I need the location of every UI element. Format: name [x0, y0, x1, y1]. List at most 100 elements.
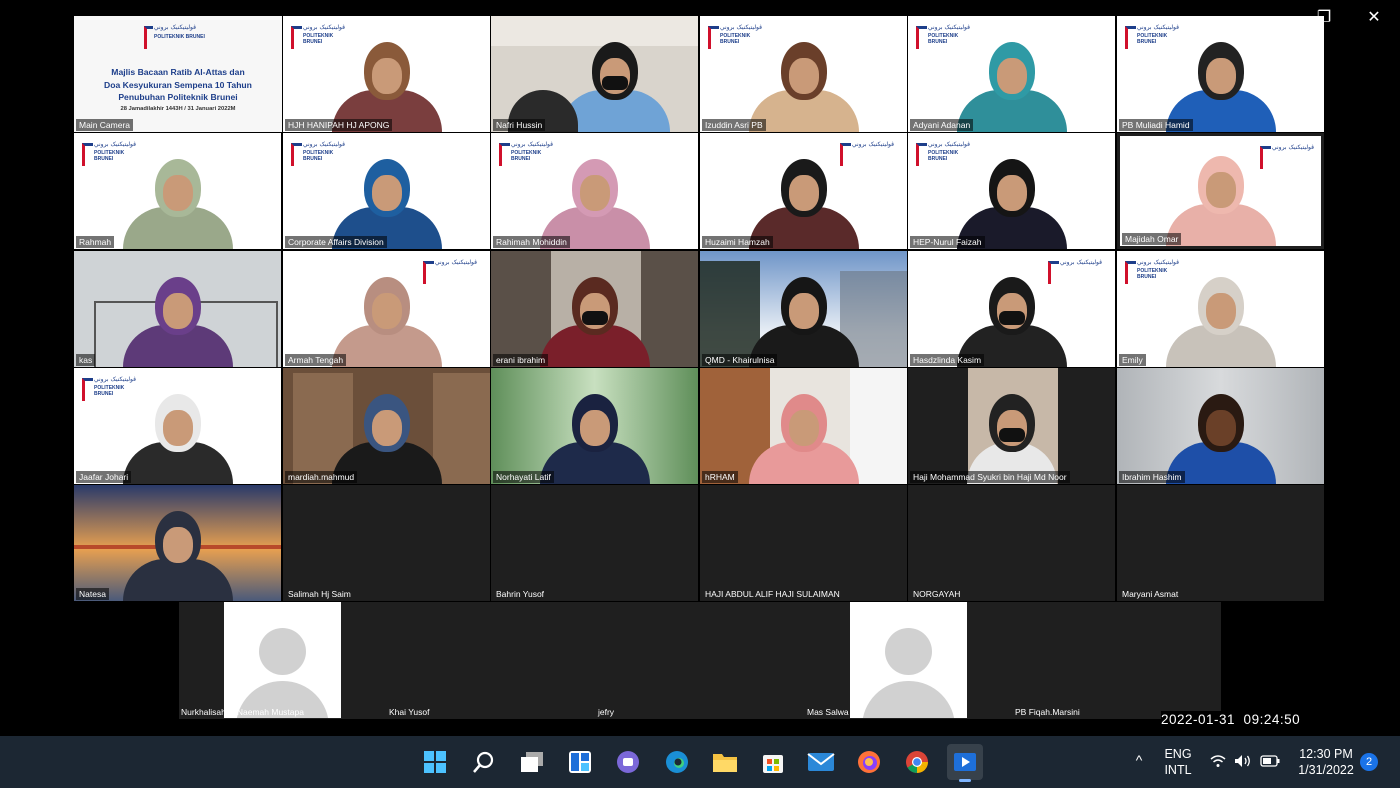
video-tile[interactable]: ڤوليتيکنيک بروني Huzaimi Hamzah — [700, 133, 907, 249]
video-tile[interactable]: ڤوليتيکنيک بروني POLITEKNIK BRUNEI HEP-Nu… — [908, 133, 1115, 249]
recording-timestamp: 2022-01-31 09:24:50 — [1161, 711, 1313, 729]
participant-name: Ibrahim Hashim — [1119, 471, 1185, 483]
participant-name: HEP-Nurul Faizah — [910, 236, 985, 248]
participant-video — [748, 149, 859, 249]
video-tile[interactable]: NORGAYAH — [908, 485, 1115, 601]
participant-name: Majidah Omar — [1122, 233, 1182, 245]
video-tile[interactable]: Salimah Hj Saim — [283, 485, 490, 601]
participant-name: Adyani Adanan — [910, 119, 974, 131]
media-player-icon[interactable] — [947, 744, 983, 782]
participant-name: erani ibrahim — [493, 354, 549, 366]
participant-name: Rahmah — [76, 236, 115, 248]
participant-video — [748, 32, 859, 132]
logo-arabic-text: ڤوليتيکنيک بروني — [154, 24, 196, 31]
video-tile[interactable]: Haji Mohammad Syukri bin Haji Md Noor — [908, 368, 1115, 484]
video-tile[interactable]: ڤوليتيکنيک بروني POLITEKNIK BRUNEI HJH HA… — [283, 16, 490, 132]
event-date: 28 Jamadilakhir 1443H / 31 Januari 2022M — [120, 106, 236, 112]
participant-name: hRHAM — [702, 471, 738, 483]
participant-name: Armah Tengah — [285, 354, 347, 366]
participant-video — [122, 149, 233, 249]
participant-video — [507, 32, 578, 132]
participant-video — [331, 384, 442, 484]
politeknik-logo: ڤوليتيکنيک بروني POLITEKNIK BRUNEI — [144, 24, 214, 52]
video-tile[interactable]: ڤوليتيکنيک بروني Armah Tengah — [283, 251, 490, 367]
clock-date: 1/31/2022 — [1298, 763, 1354, 777]
participant-name: Corporate Affairs Division — [285, 236, 387, 248]
participant-video — [956, 267, 1067, 367]
event-title: Majlis Bacaan Ratib Al-Attas dan Doa Kes… — [104, 67, 252, 102]
participant-name: HAJI ABDUL ALIF HAJI SULAIMAN — [705, 589, 840, 599]
participant-name: kas — [76, 354, 96, 366]
notification-badge[interactable]: 2 — [1360, 753, 1378, 771]
avatar-placeholder-icon — [850, 602, 967, 718]
video-tile[interactable]: ڤوليتيکنيک بروني POLITEKNIK BRUNEI Adyani… — [908, 16, 1115, 132]
video-tile[interactable]: Ibrahim Hashim — [1117, 368, 1324, 484]
participant-video — [539, 267, 650, 367]
participant-video — [122, 501, 233, 601]
participant-name: QMD - Khairulnisa — [702, 354, 778, 366]
clock-time: 12:30 PM — [1299, 747, 1353, 761]
participant-name: Emily — [1119, 354, 1146, 366]
file-explorer-icon[interactable] — [707, 744, 743, 780]
participant-name: Nurkhalisah @Naemah Mustapa — [181, 707, 304, 717]
volume-icon[interactable] — [1233, 754, 1253, 772]
clock[interactable]: 12:30 PM 1/31/2022 — [1290, 746, 1362, 778]
video-tile[interactable]: hRHAM — [700, 368, 907, 484]
participant-video — [748, 267, 859, 367]
participant-video — [966, 384, 1057, 484]
close-button[interactable]: ✕ — [1350, 0, 1398, 34]
search-icon[interactable] — [466, 744, 502, 780]
mail-icon[interactable] — [803, 744, 839, 780]
video-tile[interactable]: ڤوليتيکنيک بروني POLITEKNIK BRUNEI Corpor… — [283, 133, 490, 249]
video-tile[interactable]: ڤوليتيکنيک بروني POLITEKNIK BRUNEI Jaafar… — [74, 368, 281, 484]
video-tile[interactable]: Bahrin Yusof — [491, 485, 698, 601]
video-tile[interactable]: HAJI ABDUL ALIF HAJI SULAIMAN — [700, 485, 907, 601]
participant-name: Maryani Asmat — [1122, 589, 1179, 599]
video-tile[interactable]: Norhayati Latif — [491, 368, 698, 484]
participant-video — [1165, 384, 1276, 484]
video-tile[interactable]: ڤوليتيکنيک بروني POLITEKNIK BRUNEI PB Mul… — [1117, 16, 1324, 132]
video-tile[interactable]: ڤوليتيکنيک بروني POLITEKNIK BRUNEI Emily — [1117, 251, 1324, 367]
battery-icon[interactable] — [1259, 754, 1281, 772]
participant-video — [331, 267, 442, 367]
edge-icon[interactable] — [659, 744, 695, 780]
video-tile[interactable]: kas — [74, 251, 281, 367]
video-tile[interactable]: Nafri Hussin — [491, 16, 698, 132]
tray-overflow-chevron[interactable]: ^ — [1130, 752, 1148, 768]
windows-start-icon[interactable] — [417, 744, 453, 780]
video-tile[interactable]: Maryani Asmat — [1117, 485, 1324, 601]
video-tile[interactable]: ڤوليتيکنيک بروني POLITEKNIK BRUNEI Rahmah — [74, 133, 281, 249]
participant-name: Haji Mohammad Syukri bin Haji Md Noor — [910, 471, 1070, 483]
participant-video — [956, 149, 1067, 249]
participant-video — [539, 384, 650, 484]
participant-name: jefry — [598, 707, 615, 717]
widgets-icon[interactable] — [562, 744, 598, 780]
video-tile[interactable]: ڤوليتيکنيک بروني Majidah Omar — [1117, 133, 1324, 249]
participant-name: Jaafar Johari — [76, 471, 132, 483]
participant-name: Mas Salwa — [807, 707, 849, 717]
video-tile-main-camera[interactable]: ڤوليتيکنيک بروني POLITEKNIK BRUNEI Majli… — [74, 16, 282, 132]
firefox-icon[interactable] — [851, 744, 887, 780]
video-tile[interactable]: ڤوليتيکنيک بروني POLITEKNIK BRUNEI Rahima… — [491, 133, 698, 249]
participant-video — [122, 267, 233, 367]
video-tile[interactable]: mardiah.mahmud — [283, 368, 490, 484]
participant-video — [331, 149, 442, 249]
logo-text: POLITEKNIK BRUNEI — [154, 34, 205, 40]
store-icon[interactable] — [755, 744, 791, 780]
video-tile[interactable]: Natesa — [74, 485, 281, 601]
video-tile[interactable]: ڤوليتيکنيک بروني POLITEKNIK BRUNEI Izuddi… — [700, 16, 907, 132]
video-tile[interactable]: erani ibrahim — [491, 251, 698, 367]
participant-name: Salimah Hj Saim — [288, 589, 351, 599]
chrome-icon[interactable] — [899, 744, 935, 780]
teams-chat-icon[interactable] — [610, 744, 646, 780]
video-tile[interactable]: ڤوليتيکنيک بروني Hasdzlinda Kasim — [908, 251, 1115, 367]
participant-video — [1165, 267, 1276, 367]
wifi-icon[interactable] — [1208, 754, 1228, 772]
task-view-icon[interactable] — [514, 744, 550, 780]
participant-name: Hasdzlinda Kasim — [910, 354, 985, 366]
video-tile[interactable]: QMD - Khairulnisa — [700, 251, 907, 367]
participant-name: Natesa — [76, 588, 109, 600]
participant-name: PB Fiqah.Marsini — [1015, 707, 1080, 717]
participant-name: mardiah.mahmud — [285, 471, 358, 483]
language-indicator[interactable]: ENG INTL — [1158, 746, 1198, 778]
